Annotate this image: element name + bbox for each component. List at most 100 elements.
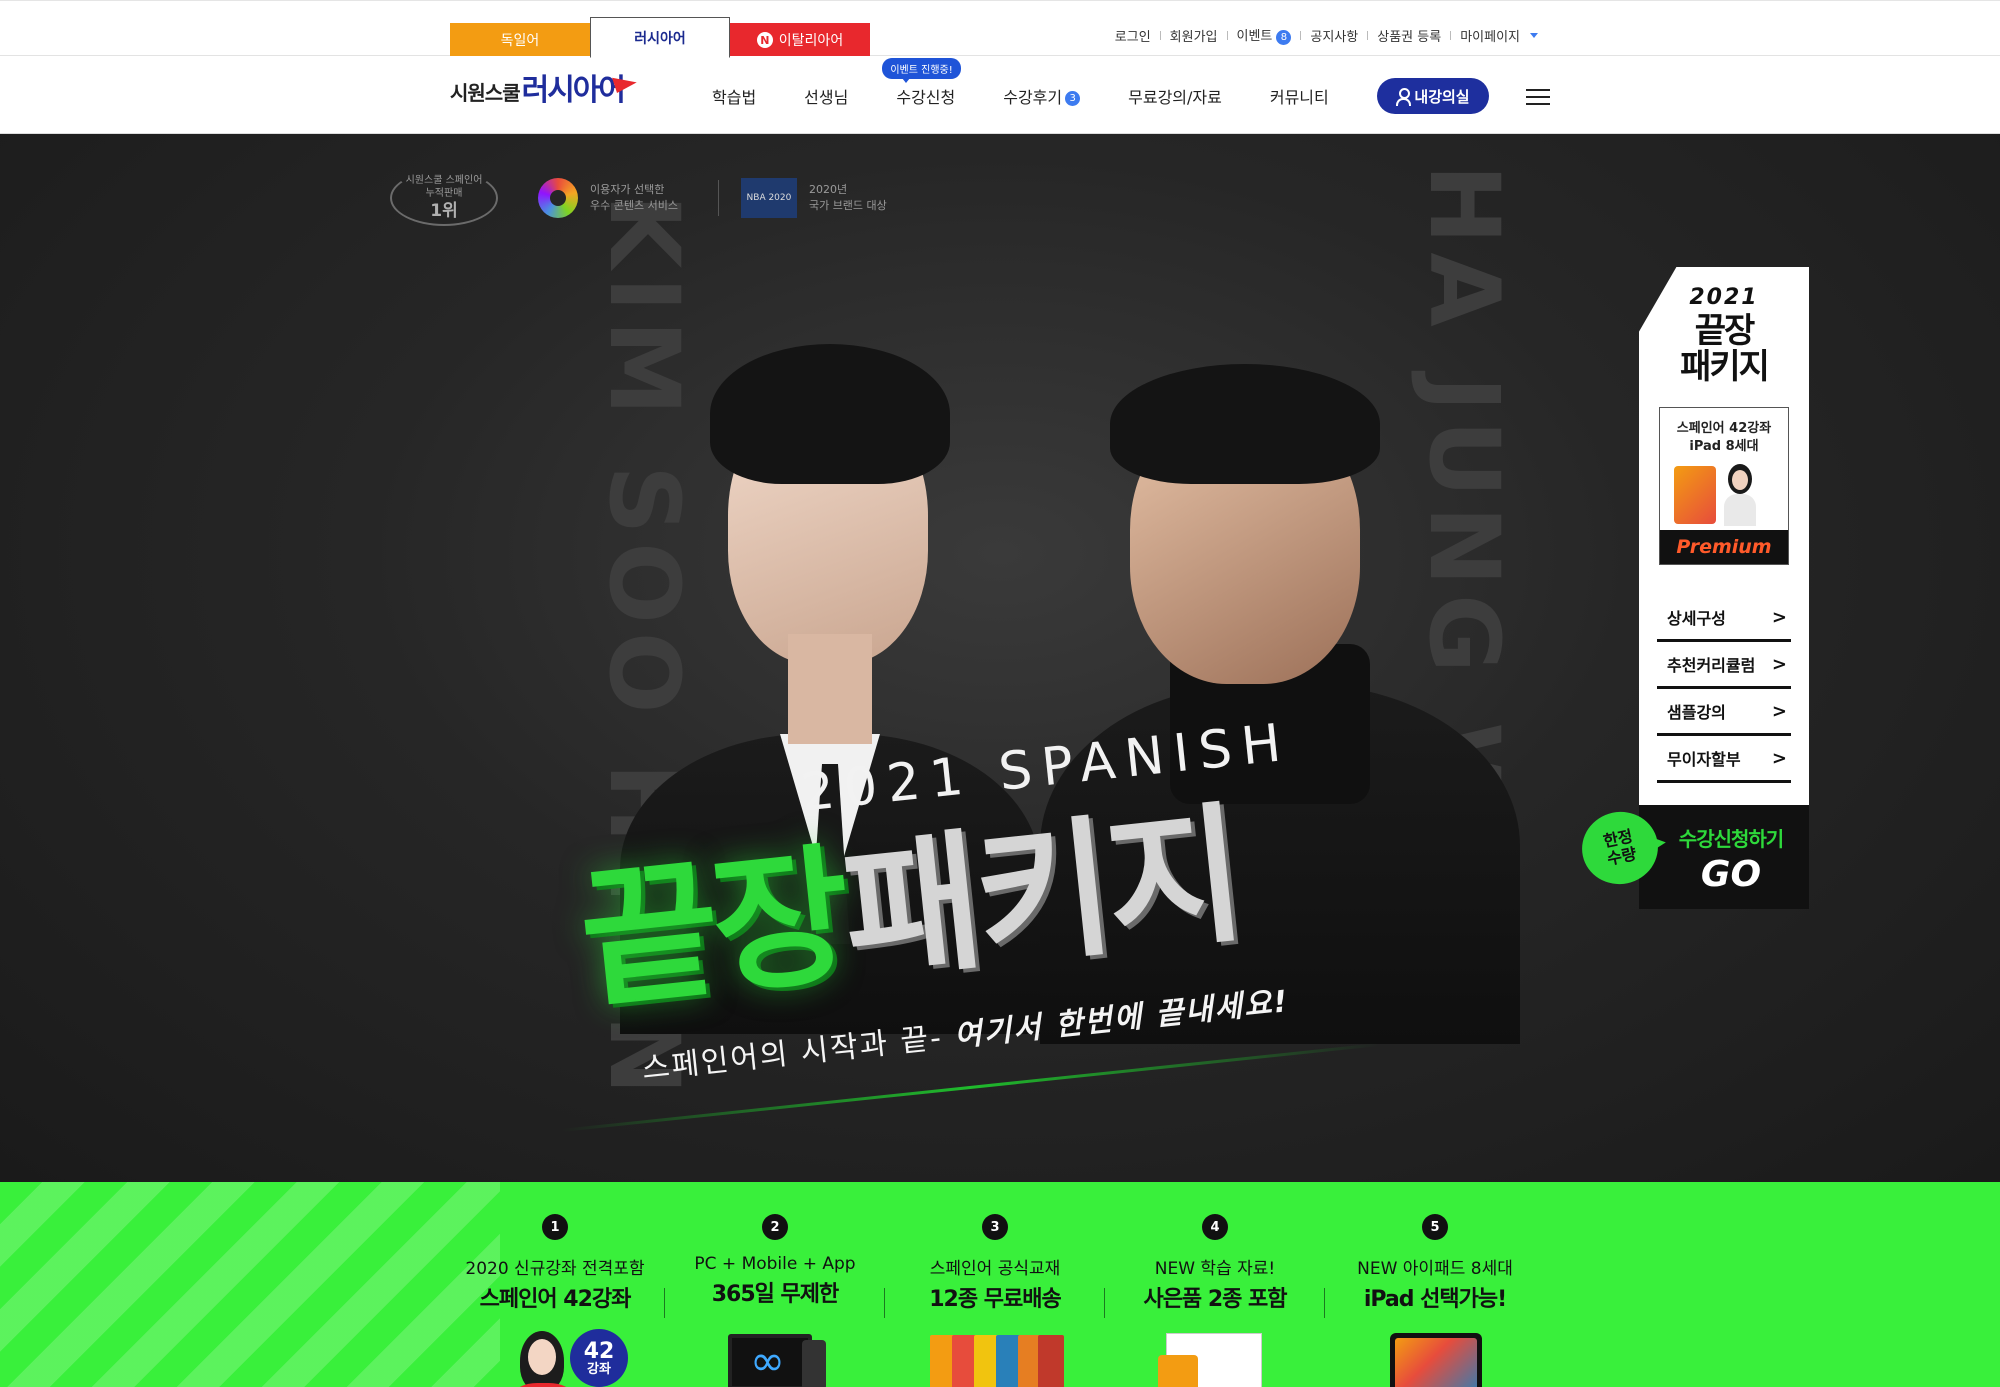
premium-package-card[interactable]: 스페인어 42강좌 iPad 8세대 Premium [1659, 407, 1789, 566]
divider [1367, 30, 1369, 40]
nav-menu: 학습법 선생님 이벤트 진행중! 수강신청 수강후기 3 무료강의/자료 커뮤니티 [712, 58, 1377, 108]
nav-item-label: 수강신청 [896, 88, 956, 107]
nba-logo: NBA 2020 [740, 178, 797, 218]
benefits-section: 1 2020 신규강좌 전격포함 스페인어 42강좌 42 강좌 2 PC + M… [0, 1182, 2000, 1387]
logo-name: 러시아어 [521, 73, 626, 108]
hero-title-green: 끝장 [572, 829, 854, 1031]
nav-item-reviews[interactable]: 수강후기 3 [1003, 84, 1081, 108]
tab-german[interactable]: 독일어 [450, 23, 590, 57]
side-banner-panel: 2021 끝장 패키지 스페인어 42강좌 iPad 8세대 Premium 상… [1639, 267, 1809, 806]
nav-item-community[interactable]: 커뮤니티 [1270, 84, 1329, 108]
tab-italian-label: 이탈리아어 [778, 33, 844, 49]
my-classroom-button[interactable]: 내강의실 [1377, 78, 1489, 114]
benefit-item: 4 NEW 학습 자료! 사은품 2종 포함 [1104, 1214, 1325, 1387]
go-label: GO [1700, 854, 1762, 896]
enroll-go-button[interactable]: 수강신청하기 GO [1639, 805, 1809, 910]
my-classroom-label: 내강의실 [1414, 87, 1470, 106]
review-count-badge: 3 [1065, 91, 1081, 106]
nav-item-free-lectures[interactable]: 무료강의/자료 [1128, 84, 1222, 108]
tab-german-label: 독일어 [500, 33, 540, 49]
chevron-right-icon: > [1771, 747, 1787, 769]
card-line1: 스페인어 42강좌 [1676, 421, 1772, 437]
benefit-number: 3 [982, 1214, 1008, 1240]
benefit-sub: PC + Mobile + App [694, 1254, 856, 1274]
side-link-details[interactable]: 상세구성 > [1657, 595, 1791, 643]
checker-pattern [0, 1182, 500, 1387]
award-brand: NBA 2020 2020년 국가 브랜드 대상 [740, 178, 887, 218]
nav-item-method[interactable]: 학습법 [712, 84, 756, 108]
nav-item-label: 수강후기 [1003, 88, 1063, 107]
tab-russian[interactable]: 러시아어 [590, 17, 730, 58]
benefit-title: 사은품 2종 포함 [1143, 1287, 1287, 1312]
benefit-sub: NEW 학습 자료! [1154, 1259, 1276, 1279]
award-brand-line1: 2020년 [808, 182, 848, 196]
study-materials-image [1150, 1325, 1280, 1387]
tab-italian[interactable]: N 이탈리아어 [730, 23, 870, 57]
award-content: 이용자가 선택한 우수 콘텐츠 서비스 [538, 178, 678, 218]
side-floating-banner: 2021 끝장 패키지 스페인어 42강좌 iPad 8세대 Premium 상… [1639, 267, 1809, 910]
event-bubble: 이벤트 진행중! [882, 58, 961, 83]
side-link-label: 추천커리큘럼 [1667, 656, 1756, 676]
award-badges: 시원스쿨 스페인어 누적판매 1위 이용자가 선택한 우수 콘텐츠 서비스 NB… [390, 170, 927, 226]
benefit-sub: 2020 신규강좌 전격포함 [465, 1259, 645, 1279]
gem-logo-icon [538, 178, 578, 218]
menu-icon[interactable] [1526, 89, 1550, 105]
chevron-down-icon[interactable] [1530, 32, 1538, 38]
side-link-sample[interactable]: 샘플강의 > [1657, 689, 1791, 737]
voucher-link[interactable]: 상품권 등록 [1377, 26, 1441, 45]
card-line2: iPad 8세대 [1689, 438, 1759, 454]
side-link-label: 무이자할부 [1667, 750, 1741, 770]
lecture-count-number: 42 [583, 1338, 615, 1364]
nav-item-label: 학습법 [712, 88, 757, 107]
new-badge: N [756, 32, 773, 48]
benefit-item: 1 2020 신규강좌 전격포함 스페인어 42강좌 42 강좌 [445, 1214, 665, 1387]
benefit-list: 1 2020 신규강좌 전격포함 스페인어 42강좌 42 강좌 2 PC + M… [445, 1214, 1545, 1387]
event-link[interactable]: 이벤트 8 [1237, 25, 1292, 45]
login-link[interactable]: 로그인 [1115, 26, 1151, 45]
person-icon [1396, 88, 1412, 106]
benefit-title: 스페인어 42강좌 [479, 1287, 632, 1312]
side-link-installment[interactable]: 무이자할부 > [1657, 736, 1791, 784]
signup-link[interactable]: 회원가입 [1170, 26, 1218, 45]
top-utility-bar: 독일어 러시아어 N 이탈리아어 로그인 회원가입 이벤트 8 공지사항 상품권 … [0, 0, 2000, 58]
side-title-line1: 끝장 [1694, 311, 1756, 351]
award-sales-line1: 시원스쿨 스페인어 [405, 174, 483, 186]
benefit-sub: 스페인어 공식교재 [929, 1259, 1061, 1279]
award-brand-line2: 국가 브랜드 대상 [808, 199, 887, 212]
mypage-link[interactable]: 마이페이지 [1460, 26, 1520, 45]
chevron-right-icon: > [1771, 653, 1787, 675]
benefit-item: 5 NEW 아이패드 8세대 iPad 선택가능! [1324, 1214, 1545, 1387]
nav-item-label: 무료강의/자료 [1128, 88, 1222, 107]
benefit-title: iPad 선택가능! [1363, 1287, 1507, 1312]
site-logo[interactable]: 시원스쿨 러시아어 [450, 70, 638, 108]
nav-item-enroll[interactable]: 이벤트 진행중! 수강신청 [882, 58, 961, 108]
divider [1159, 30, 1161, 40]
laurel-icon: 시원스쿨 스페인어 누적판매 1위 [390, 170, 498, 226]
side-title-line2: 패키지 [1680, 346, 1770, 387]
side-link-curriculum[interactable]: 추천커리큘럼 > [1657, 642, 1791, 690]
nav-item-label: 선생님 [804, 88, 849, 107]
divider [1450, 30, 1452, 40]
devices-image [710, 1320, 840, 1387]
teacher-photo [1722, 464, 1758, 527]
side-links: 상세구성 > 추천커리큘럼 > 샘플강의 > 무이자할부 > [1653, 595, 1795, 795]
benefit-number: 1 [542, 1214, 568, 1240]
award-sales-line2: 누적판매 [425, 187, 463, 199]
ipad-image [1370, 1325, 1500, 1387]
benefit-number: 4 [1202, 1214, 1228, 1240]
nav-item-teachers[interactable]: 선생님 [804, 84, 848, 108]
benefit-title: 365일 무제한 [711, 1282, 840, 1307]
benefit-title: 12종 무료배송 [929, 1287, 1061, 1312]
nav-item-label: 커뮤니티 [1269, 88, 1329, 107]
benefit-number: 5 [1422, 1214, 1448, 1240]
divider [1300, 30, 1302, 40]
event-count-badge: 8 [1276, 30, 1292, 45]
side-link-label: 샘플강의 [1667, 703, 1726, 723]
ipad-image [1674, 466, 1716, 525]
logo-prefix: 시원스쿨 [450, 81, 521, 105]
notice-link[interactable]: 공지사항 [1310, 26, 1358, 45]
side-year: 2021 [1689, 285, 1759, 310]
chevron-right-icon: > [1771, 606, 1787, 628]
award-content-line1: 이용자가 선택한 [590, 182, 665, 196]
lecture-count-unit: 강좌 [587, 1361, 611, 1377]
